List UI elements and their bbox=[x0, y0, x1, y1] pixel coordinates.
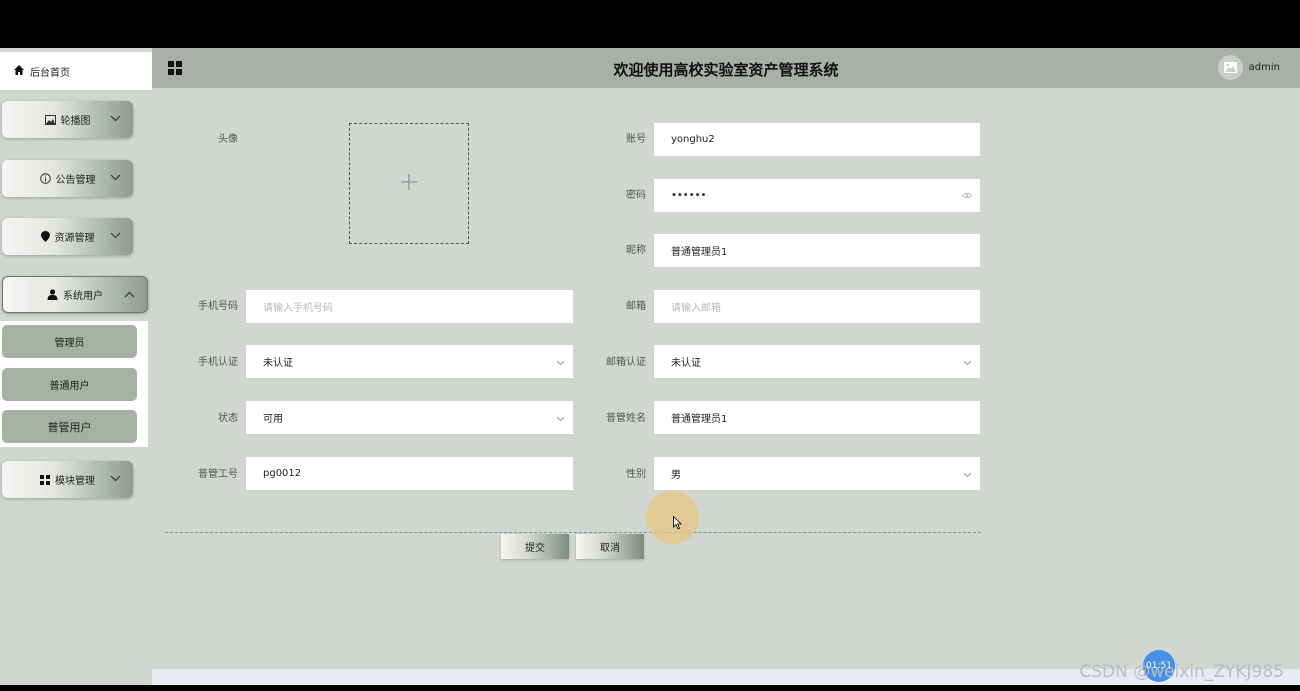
account-input[interactable]: yonghu2 bbox=[654, 123, 980, 156]
grid-icon bbox=[40, 474, 50, 485]
manager-id-label: 普管工号 bbox=[198, 469, 238, 480]
chevron-down-icon bbox=[556, 414, 565, 425]
submenu-item-general-manager[interactable]: 普管用户 bbox=[2, 410, 137, 443]
sidebar-item-label: 系统用户 bbox=[63, 291, 103, 302]
chevron-up-icon bbox=[124, 290, 135, 301]
status-label: 状态 bbox=[218, 413, 238, 424]
sidebar-item-label: 资源管理 bbox=[54, 233, 95, 244]
chevron-down-icon bbox=[110, 474, 121, 485]
user-icon bbox=[47, 289, 58, 300]
eye-icon[interactable] bbox=[961, 191, 973, 202]
nickname-input[interactable]: 普通管理员1 bbox=[654, 234, 980, 267]
plus-icon bbox=[401, 174, 417, 193]
chevron-down-icon bbox=[963, 470, 972, 481]
form-divider bbox=[165, 532, 981, 533]
email-verify-value: 未认证 bbox=[671, 358, 701, 369]
status-select[interactable]: 可用 bbox=[246, 401, 573, 434]
email-verify-select[interactable]: 未认证 bbox=[654, 345, 980, 378]
email-verify-label: 邮箱认证 bbox=[606, 357, 646, 368]
sidebar-item-modules[interactable]: 模块管理 bbox=[2, 461, 133, 498]
image-icon bbox=[44, 114, 56, 125]
nickname-label: 昵称 bbox=[626, 245, 646, 256]
phone-verify-select[interactable]: 未认证 bbox=[246, 345, 573, 378]
sidebar-home-label: 后台首页 bbox=[30, 67, 70, 79]
manager-id-input[interactable]: pg0012 bbox=[246, 457, 573, 490]
phone-verify-value: 未认证 bbox=[263, 358, 293, 369]
gender-value: 男 bbox=[671, 470, 681, 481]
user-menu[interactable]: admin bbox=[1217, 55, 1280, 80]
sidebar-item-resources[interactable]: 资源管理 bbox=[2, 218, 133, 255]
sidebar: 后台首页 轮播图 公告管理 资源管理 系统用户 管理员 普通用户 普管用户 模块… bbox=[0, 48, 152, 685]
chevron-down-icon bbox=[963, 358, 972, 369]
page-title: 欢迎使用高校实验室资产管理系统 bbox=[613, 61, 839, 79]
system-users-submenu: 管理员 普通用户 普管用户 bbox=[0, 321, 148, 447]
chevron-down-icon bbox=[556, 358, 565, 369]
home-icon bbox=[14, 64, 30, 78]
phone-verify-label: 手机认证 bbox=[198, 357, 238, 368]
submit-button[interactable]: 提交 bbox=[501, 534, 569, 559]
avatar-upload[interactable] bbox=[349, 123, 469, 244]
phone-input[interactable]: 请输入手机号码 bbox=[246, 290, 573, 323]
password-label: 密码 bbox=[626, 190, 646, 201]
sidebar-home[interactable]: 后台首页 bbox=[0, 52, 152, 90]
location-icon bbox=[40, 231, 50, 242]
chevron-down-icon bbox=[110, 231, 121, 242]
gender-select[interactable]: 男 bbox=[654, 457, 980, 490]
sidebar-item-label: 模块管理 bbox=[55, 476, 95, 487]
avatar bbox=[1217, 55, 1243, 80]
sidebar-item-carousel[interactable]: 轮播图 bbox=[2, 101, 133, 138]
manager-name-label: 普管姓名 bbox=[606, 413, 646, 424]
chevron-down-icon bbox=[110, 173, 121, 184]
sidebar-item-label: 公告管理 bbox=[55, 175, 96, 186]
account-label: 账号 bbox=[626, 134, 646, 145]
password-input[interactable]: •••••• bbox=[654, 179, 980, 212]
password-value: •••••• bbox=[671, 190, 707, 201]
chevron-down-icon bbox=[110, 114, 121, 125]
sidebar-item-system-users[interactable]: 系统用户 bbox=[2, 276, 148, 313]
main-content: 头像 手机号码 请输入手机号码 手机认证 未认证 状态 可用 普管工号 pg00… bbox=[152, 88, 1300, 669]
email-input[interactable]: 请输入邮箱 bbox=[654, 290, 980, 323]
phone-label: 手机号码 bbox=[198, 301, 238, 312]
sidebar-item-notice[interactable]: 公告管理 bbox=[2, 160, 133, 197]
top-bar: 欢迎使用高校实验室资产管理系统 admin bbox=[152, 48, 1300, 88]
mouse-cursor-icon bbox=[673, 515, 683, 533]
username: admin bbox=[1248, 62, 1280, 73]
avatar-label: 头像 bbox=[218, 134, 238, 145]
sidebar-item-label: 轮播图 bbox=[60, 116, 91, 127]
watermark: CSDN @weixin_ZYKJ985 bbox=[1079, 662, 1284, 682]
gender-label: 性别 bbox=[626, 469, 646, 480]
manager-name-input[interactable]: 普通管理员1 bbox=[654, 401, 980, 434]
email-label: 邮箱 bbox=[626, 301, 646, 312]
app-window: 后台首页 轮播图 公告管理 资源管理 系统用户 管理员 普通用户 普管用户 模块… bbox=[0, 48, 1300, 685]
info-icon bbox=[39, 173, 51, 184]
submenu-item-normal-user[interactable]: 普通用户 bbox=[2, 368, 137, 401]
status-value: 可用 bbox=[263, 414, 283, 425]
submenu-item-admin[interactable]: 管理员 bbox=[2, 325, 137, 358]
cancel-button[interactable]: 取消 bbox=[576, 534, 644, 559]
